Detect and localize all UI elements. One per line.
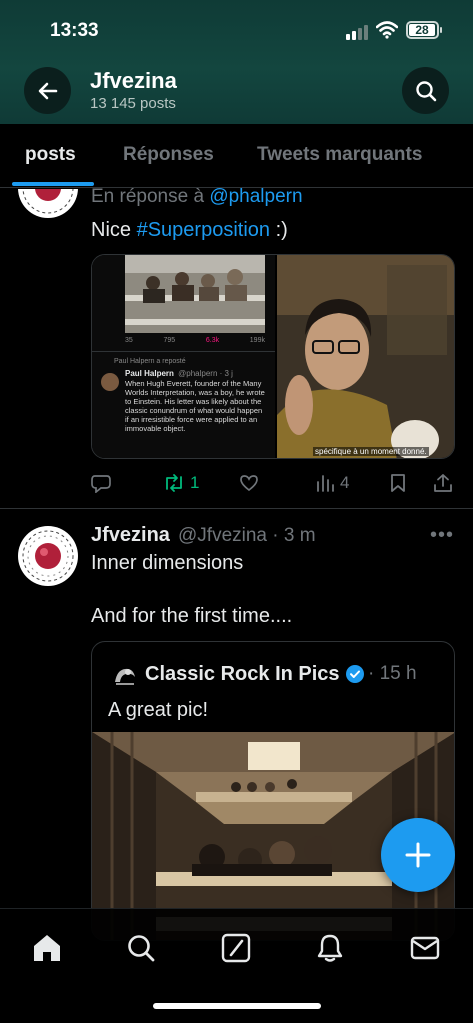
post-text-part: :) <box>270 219 288 241</box>
back-button[interactable] <box>24 67 71 114</box>
tab-replies[interactable]: Réponses <box>123 144 214 166</box>
arrow-left-icon <box>38 82 57 99</box>
views-count: 4 <box>340 473 350 492</box>
nav-notifications[interactable] <box>313 931 347 965</box>
search-button[interactable] <box>402 67 449 114</box>
avatar-image <box>19 527 77 585</box>
wifi-icon <box>376 21 398 39</box>
profile-name: Jfvezina <box>90 68 177 93</box>
status-time: 13:33 <box>50 20 99 41</box>
quoted-account-avatar <box>112 662 138 688</box>
post-count: 13 145 posts <box>90 95 176 112</box>
share-icon <box>434 474 452 492</box>
tweet-screenshot-image[interactable]: 35 795 6.3k 199k Paul Halpern a reposté … <box>92 255 275 458</box>
embedded-like-count: 6.3k <box>205 337 220 344</box>
post-text: Nice #Superposition :) <box>91 219 288 242</box>
search-icon <box>128 935 155 962</box>
embedded-repost-line: Paul Halpern a reposté <box>114 358 186 365</box>
nav-grok[interactable] <box>219 931 253 965</box>
reply-mention-link[interactable]: @phalpern <box>209 186 302 207</box>
tab-highlights[interactable]: Tweets marquants <box>257 144 422 166</box>
battery-level: 28 <box>409 24 435 36</box>
bar-chart-icon <box>317 475 334 492</box>
heart-icon <box>240 475 258 492</box>
reply-button[interactable] <box>91 468 111 498</box>
post-text-part: Nice <box>91 219 137 241</box>
post-actions: 1 4 <box>91 468 455 498</box>
home-indicator[interactable] <box>153 1003 321 1009</box>
mail-icon <box>410 936 440 960</box>
post-text-line: And for the first time.... <box>91 605 293 627</box>
embedded-reply-count: 35 <box>125 337 133 344</box>
search-icon <box>415 80 436 101</box>
active-tab-indicator <box>12 182 94 186</box>
battery-icon: 28 <box>406 21 442 39</box>
reply-prefix: En réponse à <box>91 186 210 207</box>
embedded-repost-count: 795 <box>163 337 176 344</box>
bookmark-icon <box>391 474 405 492</box>
grok-icon <box>221 933 251 963</box>
video-subtitle: spécifique à un moment donné. <box>313 447 429 456</box>
reply-context: En réponse à @phalpern <box>91 186 303 208</box>
chat-bubble-icon <box>91 475 111 493</box>
post-author-name[interactable]: Jfvezina <box>91 524 170 547</box>
embedded-handle: @phalpern · 3 j <box>178 369 233 378</box>
post-author-handle[interactable]: @Jfvezina · 3 m <box>178 525 316 547</box>
like-button[interactable] <box>239 468 259 498</box>
verified-badge-icon <box>346 665 364 683</box>
embedded-avatar <box>101 373 119 391</box>
more-options-button[interactable]: ••• <box>430 524 454 547</box>
bell-icon <box>317 934 343 962</box>
repost-icon <box>166 474 182 492</box>
nav-messages[interactable] <box>408 931 442 965</box>
cellular-signal-icon <box>346 24 370 40</box>
compose-button[interactable] <box>381 818 455 892</box>
bookmark-button[interactable] <box>389 468 407 498</box>
post-text-line: Inner dimensions <box>91 552 244 574</box>
embedded-body: When Hugh Everett, founder of the Many W… <box>125 379 265 433</box>
post-divider <box>0 508 473 509</box>
repost-button[interactable]: 1 <box>163 468 199 498</box>
profile-tabs: posts Réponses Tweets marquants <box>0 124 473 188</box>
embedded-view-count: 199k <box>249 337 265 344</box>
tab-posts[interactable]: posts <box>25 144 76 166</box>
home-icon <box>34 935 60 961</box>
quoted-post-text: A great pic! <box>108 699 209 721</box>
video-thumbnail[interactable]: spécifique à un moment donné. <box>277 255 454 458</box>
quoted-post-card[interactable]: Classic Rock In Pics · 15 h A great pic! <box>91 641 455 941</box>
avatar[interactable] <box>18 526 78 586</box>
embedded-author: Paul Halpern @phalpern · 3 j <box>125 369 233 378</box>
embedded-tweet-stats: 35 795 6.3k 199k <box>125 337 265 344</box>
status-bar: 13:33 28 <box>0 0 473 62</box>
repost-count: 1 <box>190 473 200 492</box>
plus-icon <box>405 842 431 868</box>
nav-search[interactable] <box>124 931 158 965</box>
media-grid[interactable]: 35 795 6.3k 199k Paul Halpern a reposté … <box>91 254 455 459</box>
embedded-author-name: Paul Halpern <box>125 369 174 378</box>
embedded-photo <box>125 255 265 333</box>
views-button[interactable]: 4 <box>315 468 349 498</box>
quoted-account-name: Classic Rock In Pics <box>145 663 340 685</box>
share-button[interactable] <box>433 468 453 498</box>
quoted-post-time: · 15 h <box>368 663 417 684</box>
video-frame <box>277 255 454 458</box>
nav-home[interactable] <box>30 931 64 965</box>
hashtag-link[interactable]: #Superposition <box>137 219 270 241</box>
